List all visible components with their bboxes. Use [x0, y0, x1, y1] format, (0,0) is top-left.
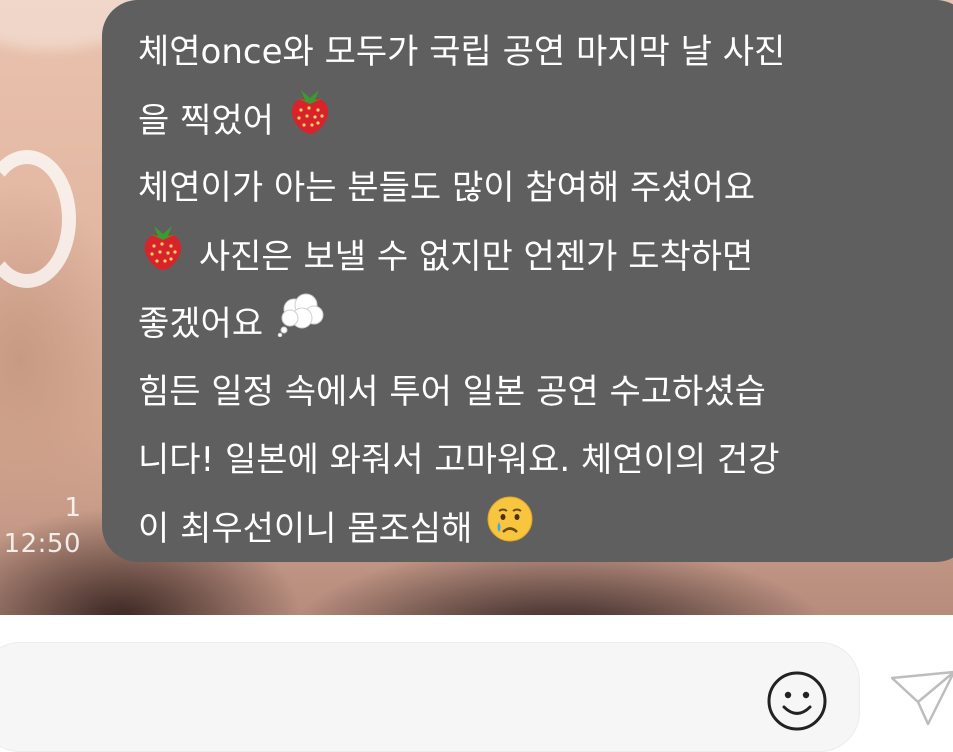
strawberry-icon	[287, 86, 333, 159]
message-text: 이 최우선이니 몸조심해	[138, 509, 473, 549]
message-line: 사진은 보낼 수 없지만 언젠가 도착하면	[138, 222, 942, 290]
crying-face-icon	[485, 494, 535, 567]
smiley-face-icon[interactable]	[766, 670, 828, 732]
message-text: 니다! 일본에 와줘서 고마워요. 체연이의 건강	[138, 440, 780, 480]
message-line: 을 찍었어	[138, 86, 942, 154]
message-meta: 1 12:50	[4, 490, 81, 562]
message-line: 체연once와 모두가 국립 공연 마지막 날 사진	[138, 18, 942, 86]
message-text: 힘든 일정 속에서 투어 일본 공연 수고하셨습	[138, 372, 766, 412]
message-text: 체연once와 모두가 국립 공연 마지막 날 사진	[138, 32, 786, 72]
message-input-container[interactable]	[0, 642, 860, 752]
message-line: 힘든 일정 속에서 투어 일본 공연 수고하셨습	[138, 358, 942, 426]
message-text: 을 찍었어	[138, 101, 274, 141]
message-line: 니다! 일본에 와줘서 고마워요. 체연이의 건강	[138, 426, 942, 494]
message-text: 사진은 보낼 수 없지만 언젠가 도착하면	[198, 237, 754, 277]
message-bubble[interactable]: 체연once와 모두가 국립 공연 마지막 날 사진 을 찍었어 체연이가 아는…	[102, 0, 953, 562]
read-count: 1	[64, 493, 81, 523]
message-time: 12:50	[3, 529, 81, 559]
background-photo-shape	[0, 150, 76, 288]
message-text: 체연이가 아는 분들도 많이 참여해 주셨어요	[138, 168, 756, 208]
paper-plane-icon[interactable]	[888, 668, 953, 728]
message-input[interactable]	[21, 663, 725, 705]
thought-balloon-icon	[276, 291, 326, 360]
message-text: 좋겠어요	[138, 304, 264, 344]
message-line: 이 최우선이니 몸조심해	[138, 494, 942, 562]
message-line: 체연이가 아는 분들도 많이 참여해 주셨어요	[138, 154, 942, 222]
message-line: 좋겠어요	[138, 290, 942, 358]
strawberry-icon	[140, 222, 186, 295]
